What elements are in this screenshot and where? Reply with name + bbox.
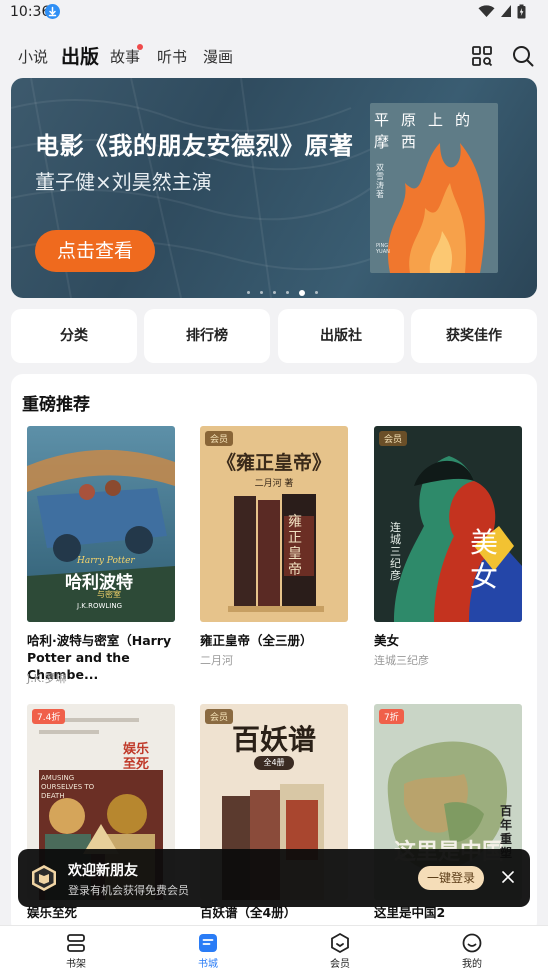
nav-label: 书架 <box>66 959 86 970</box>
cover-title: 《雍正皇帝》 <box>216 452 331 474</box>
book-author: 连城三纪彦 <box>374 654 429 667</box>
tab-novel[interactable]: 小说 <box>18 46 48 67</box>
cover-title: 娱乐至死 <box>123 742 150 772</box>
quick-links: 分类 排行榜 出版社 获奖佳作 <box>11 309 537 363</box>
bookstore-icon <box>199 934 217 952</box>
book-cover[interactable]: Harry Potter 哈利波特 与密室 J.K.ROWLING <box>27 426 175 622</box>
banner-cover-small-print: PING YUAN <box>376 243 390 255</box>
cover-title: 百妖谱 <box>231 723 316 756</box>
download-icon <box>45 4 60 19</box>
status-bar: 10:36 <box>0 0 548 28</box>
toast-subtitle: 登录有机会获得免费会员 <box>68 884 189 897</box>
book-title: 美女 <box>374 633 400 648</box>
promo-banner[interactable]: 电影《我的朋友安德烈》原著 董子健×刘昊然主演 点击查看 平原上的摩西 双雪涛 … <box>11 78 537 298</box>
bottom-nav: 书架 书城 会员 我的 <box>0 925 548 974</box>
banner-subtitle: 董子健×刘昊然主演 <box>35 170 212 194</box>
tab-audiobook[interactable]: 听书 <box>157 46 187 67</box>
nav-label: 书城 <box>198 959 218 970</box>
toast-title: 欢迎新朋友 <box>68 863 138 879</box>
cover-author: 二月河 著 <box>254 479 294 489</box>
cover-spine-title: 雍正皇帝 <box>288 514 302 578</box>
banner-pagination <box>247 282 323 296</box>
nav-profile[interactable]: 我的 <box>432 930 512 972</box>
member-icon <box>331 932 349 954</box>
nav-label: 会员 <box>330 959 350 970</box>
award-books-button[interactable]: 获奖佳作 <box>411 309 537 363</box>
discount-tag: 7折 <box>379 709 404 724</box>
book-card[interactable]: Harry Potter 哈利波特 与密室 J.K.ROWLING 哈利·波特与… <box>27 426 175 686</box>
publisher-button[interactable]: 出版社 <box>278 309 404 363</box>
banner-cover-author: 双雪涛 著 <box>376 163 384 199</box>
ranking-button[interactable]: 排行榜 <box>144 309 270 363</box>
tab-publish[interactable]: 出版 <box>61 42 99 69</box>
app-screen: 10:36 小说 出版 故事 听书 漫画 电影《我的朋友安德烈》原著 董子健×刘… <box>0 0 548 974</box>
tab-comic[interactable]: 漫画 <box>203 46 233 67</box>
close-icon[interactable] <box>500 869 516 885</box>
banner-dot-active[interactable] <box>299 289 306 296</box>
profile-icon <box>462 933 482 953</box>
banner-dot[interactable] <box>247 291 250 294</box>
scan-icon[interactable] <box>470 44 494 68</box>
banner-title: 电影《我的朋友安德烈》原著 <box>35 132 354 160</box>
signal-icon <box>500 5 511 17</box>
cover-badge: 全4册 <box>254 756 294 770</box>
tab-story[interactable]: 故事 <box>110 46 140 67</box>
book-author: J.K.罗琳 <box>27 672 67 685</box>
vip-tag: 会员 <box>205 431 234 446</box>
top-nav: 小说 出版 故事 听书 漫画 <box>0 36 548 76</box>
cover-author: J.K.ROWLING <box>77 602 123 610</box>
banner-book-cover[interactable]: 平原上的摩西 双雪涛 著 PING YUAN <box>370 103 498 273</box>
category-button[interactable]: 分类 <box>11 309 137 363</box>
system-icons <box>478 4 526 20</box>
cover-brand: Harry Potter <box>77 556 135 566</box>
vip-tag: 会员 <box>379 431 408 446</box>
banner-cover-title: 平原上的摩西 <box>374 111 483 151</box>
story-new-badge <box>137 44 143 50</box>
nav-bookshelf[interactable]: 书架 <box>36 930 116 972</box>
banner-view-button[interactable]: 点击查看 <box>35 230 155 272</box>
book-card[interactable]: 会员 美女 连城三纪彦 美女 连城三纪彦 <box>374 426 522 686</box>
book-title: 雍正皇帝（全三册） <box>200 633 313 648</box>
cover-author: 连城三纪彦 <box>390 521 401 582</box>
nav-bookstore[interactable]: 书城 <box>168 930 248 972</box>
nav-label: 我的 <box>462 959 482 970</box>
book-card[interactable]: 会员 《雍正皇帝》 二月河 著 雍正皇帝 雍正皇帝（全三册） 二月河 <box>200 426 348 686</box>
app-logo-icon <box>30 864 58 892</box>
login-toast: 欢迎新朋友 登录有机会获得免费会员 一键登录 <box>18 849 530 907</box>
cover-en-title: AMUSING OURSELVES TO DEATH <box>41 774 95 800</box>
discount-tag: 7.4折 <box>32 709 66 724</box>
bookshelf-icon <box>67 934 85 952</box>
one-click-login-button[interactable]: 一键登录 <box>418 866 484 890</box>
nav-member[interactable]: 会员 <box>300 930 380 972</box>
wifi-icon <box>478 5 495 17</box>
search-icon[interactable] <box>510 43 536 69</box>
book-cover[interactable]: 会员 《雍正皇帝》 二月河 著 雍正皇帝 <box>200 426 348 622</box>
book-cover[interactable]: 会员 美女 连城三纪彦 <box>374 426 522 622</box>
battery-icon <box>517 4 526 19</box>
cover-title: 美女 <box>470 526 499 593</box>
book-author: 二月河 <box>200 654 233 667</box>
section-title: 重磅推荐 <box>22 395 90 415</box>
cover-subtitle: 与密室 <box>97 590 121 599</box>
